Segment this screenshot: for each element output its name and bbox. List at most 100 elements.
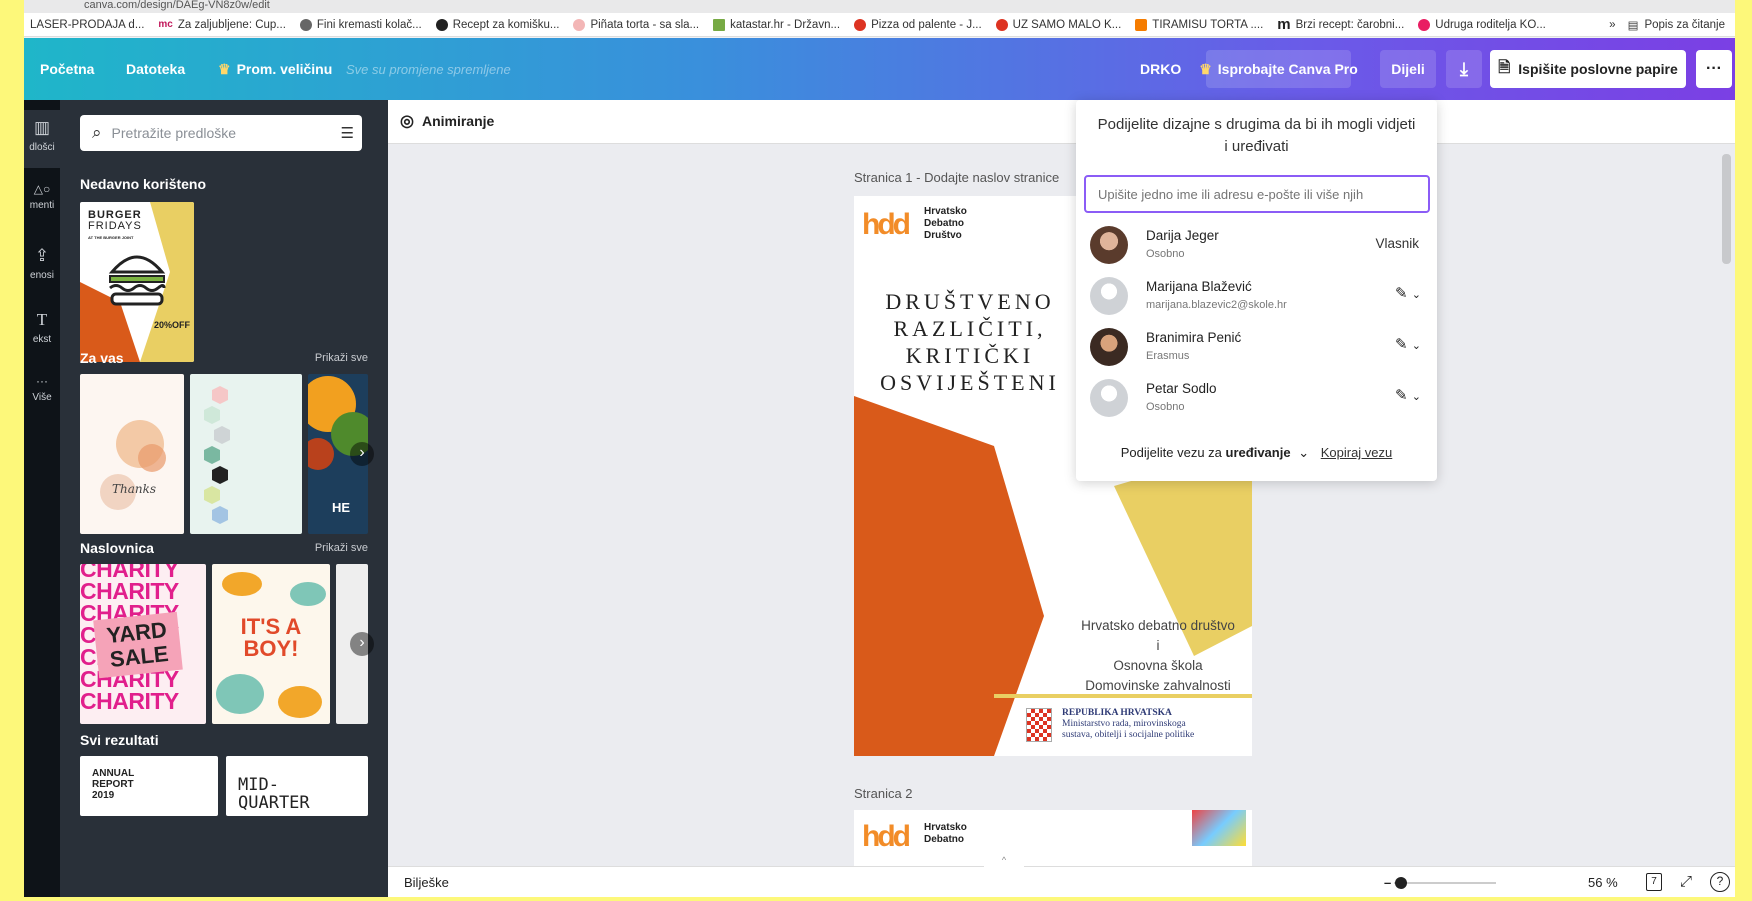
pencil-icon: ✎	[1395, 336, 1408, 353]
print-label: Ispišite poslovne papire	[1518, 61, 1678, 77]
tab-text[interactable]: Tekst	[24, 310, 60, 345]
chevron-up-icon[interactable]: ^	[984, 855, 1024, 867]
templates-panel: ⌕ Pretražite predloške ☰ Nedavno korište…	[60, 100, 388, 897]
tab-label: enosi	[30, 270, 54, 281]
crown-icon: ♛	[218, 60, 231, 77]
template-search[interactable]: ⌕ Pretražite predloške ☰	[80, 115, 362, 151]
bookmark-item[interactable]: mc Za zaljubljene: Cup...	[158, 19, 286, 31]
zoom-slider-handle[interactable]	[1395, 877, 1407, 889]
boy-text: IT'S A BOY!	[240, 614, 302, 661]
bookmark-label: TIRAMISU TORTA ....	[1152, 18, 1264, 31]
zoom-level[interactable]: 56 %	[1588, 875, 1618, 890]
notes-button[interactable]: Bilješke	[404, 875, 449, 890]
share-popup: Podijelite dizajne s drugima da bi ih mo…	[1076, 100, 1437, 481]
tab-templates[interactable]: ▥ dlošci	[24, 118, 60, 153]
sidebar-tabs: ▥ dlošci △○ menti ⇪ enosi Tekst ··· Više	[24, 100, 60, 897]
page-count-button[interactable]: 7	[1646, 873, 1662, 891]
site-icon	[713, 18, 726, 31]
page-title[interactable]: Stranica 2	[854, 786, 913, 801]
bookmark-item[interactable]: Udruga roditelja KO...	[1418, 18, 1546, 31]
home-button[interactable]: Početna	[40, 38, 94, 100]
scroll-right-icon[interactable]: ›	[350, 632, 374, 656]
bookmark-label: Za zaljubljene: Cup...	[177, 18, 286, 31]
template-thumb[interactable]: IT'S A BOY!	[212, 564, 330, 724]
bookmark-item[interactable]: UZ SAMO MALO K...	[995, 18, 1121, 31]
chevron-down-icon[interactable]: ⌄	[1298, 445, 1309, 460]
page-title[interactable]: Stranica 1 - Dodajte naslov stranice	[854, 170, 1059, 185]
zoom-slider[interactable]	[1394, 882, 1496, 884]
bookmark-item[interactable]: Piñata torta - sa sla...	[573, 18, 699, 31]
collaborator-row: Branimira Penić Erasmus ✎ ⌄	[1076, 322, 1437, 372]
thumb-text: BURGER FRIDAYS AT THE BURGER JOINT	[88, 209, 142, 241]
scroll-right-icon[interactable]: ›	[350, 442, 374, 466]
site-icon	[573, 18, 586, 31]
tab-label: menti	[29, 200, 55, 211]
tab-label: ekst	[32, 334, 52, 345]
thumb-text: HE	[332, 500, 351, 515]
template-thumb[interactable]: ANNUAL REPORT 2019	[80, 756, 218, 816]
watercolor-art	[100, 420, 166, 510]
collaborator-subtitle: Osobno	[1146, 248, 1185, 260]
thumb-text: Thanks	[112, 482, 157, 496]
elements-icon: △○	[33, 182, 51, 196]
chevron-down-icon: ⌄	[1411, 391, 1421, 403]
tab-uploads[interactable]: ⇪ enosi	[24, 246, 60, 281]
show-all-link[interactable]: Prikaži sve	[315, 352, 368, 364]
template-thumb[interactable]: Thanks	[80, 374, 184, 534]
crown-icon: ♛	[1199, 60, 1212, 77]
template-thumb[interactable]: MID- QUARTER	[226, 756, 368, 816]
animate-toolbar: ◎ Animiranje	[388, 100, 1735, 144]
show-all-link[interactable]: Prikaži sve	[315, 542, 368, 554]
filter-icon[interactable]: ☰	[341, 124, 354, 142]
share-email-input[interactable]	[1084, 175, 1430, 213]
section-title-cover: Naslovnica	[80, 540, 154, 556]
download-icon[interactable]: ⤓	[1446, 50, 1482, 88]
file-menu[interactable]: Datoteka	[126, 38, 185, 100]
permission-dropdown[interactable]: ✎ ⌄	[1395, 335, 1421, 353]
bookmark-item[interactable]: m Brzi recept: čarobni...	[1277, 17, 1404, 32]
vertical-scrollbar[interactable]	[1722, 154, 1731, 264]
tab-elements[interactable]: △○ menti	[24, 182, 60, 211]
pencil-icon: ✎	[1395, 285, 1408, 302]
section-title-all-results: Svi rezultati	[80, 732, 159, 748]
more-bookmarks-button[interactable]: »	[1609, 19, 1615, 31]
bookmark-item[interactable]: TIRAMISU TORTA ....	[1135, 18, 1264, 31]
share-button[interactable]: Dijeli	[1380, 50, 1436, 88]
template-thumb[interactable]	[190, 374, 302, 534]
mc-icon: mc	[158, 18, 173, 30]
print-button[interactable]: 🗎 Ispišite poslovne papire	[1490, 50, 1686, 88]
text-icon: T	[36, 310, 48, 329]
logo-text: Hrvatsko Debatno	[924, 822, 967, 845]
copy-link-button[interactable]: Kopiraj vezu	[1321, 445, 1393, 460]
tab-more[interactable]: ··· Više	[24, 374, 60, 403]
bookmark-item[interactable]: Fini kremasti kolač...	[299, 18, 422, 31]
zoom-out-icon[interactable]: –	[1384, 875, 1391, 890]
reading-list-button[interactable]: Popis za čitanje	[1644, 19, 1725, 31]
bookmark-item[interactable]: Pizza od palente - J...	[854, 18, 982, 31]
animate-button[interactable]: ◎ Animiranje	[400, 111, 494, 131]
design-page-2[interactable]: hdd Hrvatsko Debatno	[854, 810, 1252, 870]
try-pro-button[interactable]: ♛ Isprobajte Canva Pro	[1199, 50, 1358, 88]
bookmarks-bar: LASER-PRODAJA d... mc Za zaljubljene: Cup…	[24, 13, 1735, 37]
browser-url-bar[interactable]: canva.com/design/DAEg-VN8z0w/edit	[24, 0, 1735, 13]
help-icon[interactable]: ?	[1710, 872, 1730, 892]
permission-dropdown[interactable]: ✎ ⌄	[1395, 284, 1421, 302]
try-pro-label: Isprobajte Canva Pro	[1217, 61, 1358, 77]
resize-button[interactable]: ♛ Prom. veličinu	[218, 38, 332, 100]
page-label: Stranica 1 - Dodajte naslov stranice	[854, 170, 1060, 185]
link-mode-dropdown[interactable]: uređivanje	[1226, 445, 1291, 460]
site-icon	[854, 18, 867, 31]
share-title: Podijelite dizajne s drugima da bi ih mo…	[1097, 116, 1416, 155]
recent-template-thumb[interactable]: BURGER FRIDAYS AT THE BURGER JOINT 20%OFF	[80, 202, 194, 362]
bookmark-item[interactable]: LASER-PRODAJA d...	[30, 19, 144, 31]
save-status: Sve su promjene spremljene	[346, 61, 511, 77]
template-thumb[interactable]: CHARITYCHARITYCHARITYCHARITYCHARITYCHARI…	[80, 564, 206, 724]
fullscreen-icon[interactable]: ⤢	[1680, 873, 1692, 890]
more-options-button[interactable]: ···	[1696, 50, 1732, 88]
permission-dropdown[interactable]: ✎ ⌄	[1395, 386, 1421, 404]
bookmark-item[interactable]: Recept za komišku...	[435, 18, 559, 31]
bookmark-item[interactable]: katastar.hr - Državn...	[713, 18, 840, 31]
reading-list-icon: ▤	[1627, 20, 1639, 32]
editor-topbar: Početna Datoteka ♛ Prom. veličinu Sve su …	[24, 38, 1735, 100]
document-title[interactable]: DRKO	[1140, 38, 1181, 100]
